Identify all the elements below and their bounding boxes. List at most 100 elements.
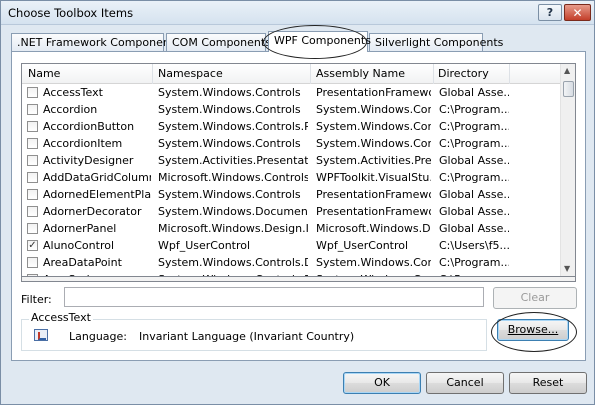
- cell-name: AdornerPanel: [43, 222, 117, 235]
- table-row[interactable]: AddDataGridColumn... Microsoft.Windows.Co…: [22, 169, 560, 186]
- filter-input[interactable]: [64, 287, 484, 307]
- table-row[interactable]: ActivityDesigner System.Activities.Presen…: [22, 152, 560, 169]
- row-checkbox[interactable]: [27, 138, 38, 149]
- row-checkbox[interactable]: [27, 87, 38, 98]
- components-list[interactable]: Name Namespace Assembly Name Directory A…: [21, 63, 576, 277]
- row-checkbox[interactable]: [27, 155, 38, 166]
- cell-namespace: System.Windows.Controls.D...: [158, 256, 308, 269]
- cell-directory: Global Asse...: [439, 154, 509, 167]
- table-row[interactable]: AdornerDecorator System.Windows.Documents…: [22, 203, 560, 220]
- column-divider[interactable]: [310, 64, 311, 84]
- cell-assembly: System.Activities.Pres...: [316, 154, 431, 167]
- help-button[interactable]: ?: [538, 4, 562, 21]
- cell-name: ActivityDesigner: [43, 154, 134, 167]
- cell-namespace: System.Windows.Controls.Pr...: [158, 120, 308, 133]
- row-checkbox[interactable]: [27, 206, 38, 217]
- cell-namespace: System.Windows.Controls: [158, 103, 301, 116]
- cell-directory: C:\Program...: [439, 171, 509, 184]
- down-arrow-icon[interactable]: ▼: [564, 264, 570, 273]
- horizontal-scrollbar[interactable]: [21, 277, 576, 282]
- column-header-name[interactable]: Name: [28, 67, 60, 80]
- browse-button[interactable]: Browse...: [497, 319, 569, 341]
- cell-assembly: WPFToolkit.VisualStu...: [316, 171, 431, 184]
- table-row[interactable]: AdornerPanel Microsoft.Windows.Design.I..…: [22, 220, 560, 237]
- cell-assembly: Wpf_UserControl: [316, 239, 409, 252]
- column-header-assembly-name[interactable]: Assembly Name: [316, 67, 405, 80]
- row-checkbox[interactable]: [27, 189, 38, 200]
- language-value: Invariant Language (Invariant Country): [139, 330, 355, 343]
- tab-wpf-components[interactable]: WPF Components: [268, 31, 371, 52]
- tab-silverlight-components[interactable]: Silverlight Components: [369, 33, 503, 51]
- help-icon: ?: [546, 6, 554, 19]
- cell-namespace: Microsoft.Windows.Design.I...: [158, 222, 308, 235]
- cell-name: AccordionButton: [43, 120, 135, 133]
- cell-namespace: Wpf_UserControl: [158, 239, 251, 252]
- row-checkbox[interactable]: [27, 104, 38, 115]
- close-button[interactable]: ✕: [564, 4, 591, 21]
- table-row[interactable]: AdornedElementPlac... System.Windows.Cont…: [22, 186, 560, 203]
- table-row[interactable]: AreaDataPoint System.Windows.Controls.D..…: [22, 254, 560, 271]
- cell-name: AccordionItem: [43, 137, 123, 150]
- tab-label: Silverlight Components: [375, 36, 504, 49]
- cell-name: AdornedElementPlac...: [43, 188, 151, 201]
- cell-assembly: PresentationFramework: [316, 86, 431, 99]
- clear-button[interactable]: Clear: [493, 287, 577, 309]
- row-checkbox[interactable]: [27, 223, 38, 234]
- tab-label: COM Components: [172, 36, 271, 49]
- table-row[interactable]: AccessText System.Windows.Controls Present…: [22, 84, 560, 101]
- column-divider[interactable]: [433, 64, 434, 84]
- component-icon: [34, 329, 48, 341]
- cell-assembly: PresentationFramework: [316, 188, 431, 201]
- ok-button[interactable]: OK: [343, 372, 421, 394]
- cell-assembly: System.Windows.Con...: [316, 137, 431, 150]
- row-checkbox[interactable]: ✓: [27, 240, 38, 251]
- tab-com-components[interactable]: COM Components: [166, 33, 271, 51]
- table-row[interactable]: Accordion System.Windows.Controls System.W…: [22, 101, 560, 118]
- reset-button[interactable]: Reset: [509, 372, 587, 394]
- cell-assembly: PresentationFramework: [316, 205, 431, 218]
- tab-label: WPF Components: [274, 34, 371, 47]
- table-row[interactable]: AccordionButton System.Windows.Controls.P…: [22, 118, 560, 135]
- language-label: Language:: [69, 330, 127, 343]
- cell-assembly: Microsoft.Windows.D...: [316, 222, 431, 235]
- cell-namespace: System.Activities.Presentation: [158, 154, 308, 167]
- close-icon: ✕: [572, 5, 583, 20]
- row-checkbox[interactable]: [27, 172, 38, 183]
- window-title: Choose Toolbox Items: [8, 6, 134, 20]
- cell-name: AreaDataPoint: [43, 256, 122, 269]
- list-rows: AccessText System.Windows.Controls Present…: [22, 84, 560, 276]
- vertical-scrollbar[interactable]: ▲ ▼: [560, 64, 575, 276]
- cell-directory: Global Asse...: [439, 205, 509, 218]
- column-header-namespace[interactable]: Namespace: [158, 67, 223, 80]
- cell-assembly: System.Windows.Con...: [316, 103, 431, 116]
- cell-directory: C:\Program...: [439, 137, 509, 150]
- column-divider[interactable]: [509, 64, 510, 84]
- tab-label: .NET Framework Components: [17, 36, 180, 49]
- row-checkbox[interactable]: [27, 121, 38, 132]
- browse-button-label: Browse...: [507, 323, 559, 336]
- cell-directory: C:\Users\f5...: [439, 239, 509, 252]
- choose-toolbox-items-dialog: Choose Toolbox Items ? ✕ .NET Framework …: [0, 0, 595, 405]
- tab-net-framework-components[interactable]: .NET Framework Components: [11, 33, 180, 51]
- cell-namespace: System.Windows.Documents: [158, 205, 308, 218]
- cell-name: Accordion: [43, 103, 98, 116]
- column-header-directory[interactable]: Directory: [438, 67, 489, 80]
- table-row[interactable]: AccordionItem System.Windows.Controls Syst…: [22, 135, 560, 152]
- cell-directory: C:\Program...: [439, 103, 509, 116]
- cell-assembly: System.Windows.Con...: [316, 120, 431, 133]
- title-bar: Choose Toolbox Items ? ✕: [1, 1, 594, 25]
- row-checkbox[interactable]: [27, 257, 38, 268]
- cell-namespace: System.Windows.Controls: [158, 86, 301, 99]
- cell-namespace: Microsoft.Windows.Controls....: [158, 171, 308, 184]
- scrollbar-thumb[interactable]: [563, 81, 574, 97]
- up-arrow-icon[interactable]: ▲: [564, 66, 570, 75]
- cell-namespace: System.Windows.Controls: [158, 188, 301, 201]
- column-divider[interactable]: [152, 64, 153, 84]
- cancel-button[interactable]: Cancel: [426, 372, 504, 394]
- selected-item-title: AccessText: [29, 311, 93, 324]
- cell-directory: Global Asse...: [439, 86, 509, 99]
- filter-label: Filter:: [21, 293, 52, 306]
- cell-namespace: System.Windows.Controls: [158, 137, 301, 150]
- table-row[interactable]: ✓ AlunoControl Wpf_UserControl Wpf_UserCont…: [22, 237, 560, 254]
- cell-name: AlunoControl: [43, 239, 115, 252]
